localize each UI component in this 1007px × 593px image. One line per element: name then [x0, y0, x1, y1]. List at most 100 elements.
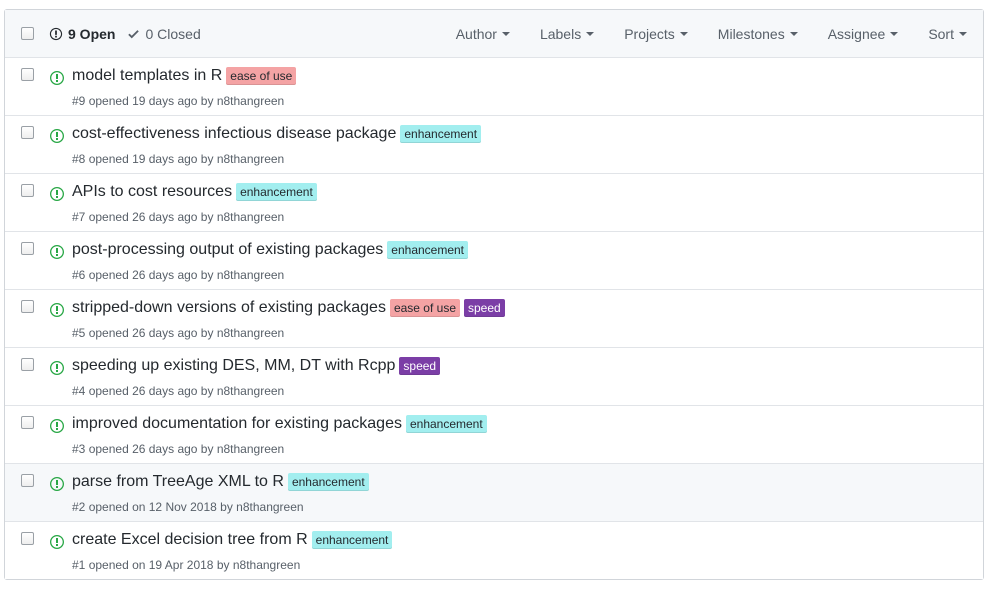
issues-list: 9 Open 0 Closed Author Labels Projects M…: [4, 9, 984, 580]
issue-meta: #7 opened 26 days ago by n8thangreen: [72, 210, 284, 224]
issue-label[interactable]: speed: [464, 299, 505, 317]
issue-title-link[interactable]: create Excel decision tree from R: [72, 531, 308, 549]
issue-row[interactable]: model templates in R ease of use #9 open…: [5, 58, 983, 116]
issue-labels: enhancement: [387, 241, 472, 259]
issue-label[interactable]: enhancement: [387, 241, 469, 259]
issue-state-toggle: 9 Open 0 Closed: [49, 10, 213, 58]
issue-label[interactable]: enhancement: [311, 531, 393, 549]
closed-issues-link[interactable]: 0 Closed: [127, 26, 201, 42]
issue-author-link[interactable]: n8thangreen: [217, 384, 284, 398]
issue-checkbox[interactable]: [21, 358, 34, 371]
issue-title-link[interactable]: stripped-down versions of existing packa…: [72, 299, 386, 317]
issue-checkbox[interactable]: [21, 474, 34, 487]
issue-number: #3: [72, 442, 86, 456]
milestones-filter[interactable]: Milestones: [703, 26, 813, 42]
issue-number: #4: [72, 384, 86, 398]
issue-row[interactable]: create Excel decision tree from R enhanc…: [5, 522, 983, 579]
issue-title-link[interactable]: speeding up existing DES, MM, DT with Rc…: [72, 357, 395, 375]
issue-label[interactable]: speed: [399, 357, 441, 375]
issue-meta: #9 opened 19 days ago by n8thangreen: [72, 94, 284, 108]
issue-number: #7: [72, 210, 86, 224]
issue-number: #9: [72, 94, 86, 108]
issue-label[interactable]: enhancement: [287, 473, 369, 491]
issue-row[interactable]: stripped-down versions of existing packa…: [5, 290, 983, 348]
issue-author-link[interactable]: n8thangreen: [217, 152, 284, 166]
sort-filter-label: Sort: [928, 26, 954, 42]
caret-down-icon: [501, 32, 510, 36]
milestones-filter-label: Milestones: [717, 26, 785, 42]
issue-title-link[interactable]: model templates in R: [72, 67, 222, 85]
issue-author-link[interactable]: n8thangreen: [233, 558, 300, 572]
issue-row[interactable]: improved documentation for existing pack…: [5, 406, 983, 464]
issue-checkbox[interactable]: [21, 126, 34, 139]
sort-filter[interactable]: Sort: [913, 26, 983, 42]
issue-title-line: stripped-down versions of existing packa…: [72, 299, 509, 317]
projects-filter-label: Projects: [624, 26, 675, 42]
issue-meta: #3 opened 26 days ago by n8thangreen: [72, 442, 284, 456]
issue-author-link[interactable]: n8thangreen: [217, 326, 284, 340]
issue-title-line: parse from TreeAge XML to R enhancement: [72, 473, 373, 491]
issue-row[interactable]: APIs to cost resources enhancement #7 op…: [5, 174, 983, 232]
issue-row[interactable]: parse from TreeAge XML to R enhancement …: [5, 464, 983, 522]
issue-author-link[interactable]: n8thangreen: [217, 94, 284, 108]
labels-filter-label: Labels: [539, 26, 582, 42]
issue-number: #6: [72, 268, 86, 282]
issue-opened-icon: [50, 128, 64, 149]
issue-opened-icon: [50, 302, 64, 323]
issue-title-link[interactable]: post-processing output of existing packa…: [72, 241, 383, 259]
issue-row[interactable]: post-processing output of existing packa…: [5, 232, 983, 290]
open-issues-link[interactable]: 9 Open: [49, 26, 115, 42]
issue-opened-icon: [50, 186, 64, 207]
issue-title-link[interactable]: APIs to cost resources: [72, 183, 232, 201]
issue-checkbox[interactable]: [21, 68, 34, 81]
issue-opened-icon: [50, 70, 64, 91]
issue-opened-text: opened 19 days ago by: [88, 152, 214, 166]
issue-label[interactable]: enhancement: [236, 183, 317, 201]
issue-author-link[interactable]: n8thangreen: [217, 210, 284, 224]
issue-checkbox[interactable]: [21, 242, 34, 255]
check-icon: [127, 27, 140, 41]
issue-meta: #6 opened 26 days ago by n8thangreen: [72, 268, 284, 282]
issue-labels: ease of use: [226, 67, 300, 85]
assignee-filter[interactable]: Assignee: [813, 26, 914, 42]
issue-label[interactable]: ease of use: [226, 67, 297, 85]
issue-checkbox[interactable]: [21, 416, 34, 429]
issue-checkbox[interactable]: [21, 532, 34, 545]
projects-filter[interactable]: Projects: [609, 26, 703, 42]
closed-issues-count: 0 Closed: [145, 26, 201, 42]
issue-labels: enhancement: [400, 125, 485, 143]
issue-labels: ease of use speed: [389, 299, 509, 317]
caret-down-icon: [890, 32, 899, 36]
issue-opened-text: opened on 12 Nov 2018 by: [88, 500, 233, 514]
issue-label[interactable]: ease of use: [389, 299, 460, 317]
issue-title-link[interactable]: cost-effectiveness infectious disease pa…: [72, 125, 396, 143]
issue-row[interactable]: cost-effectiveness infectious disease pa…: [5, 116, 983, 174]
issue-opened-text: opened 19 days ago by: [88, 94, 214, 108]
caret-down-icon: [959, 32, 967, 36]
issue-author-link[interactable]: n8thangreen: [217, 268, 284, 282]
issue-author-link[interactable]: n8thangreen: [236, 500, 303, 514]
issue-rows: model templates in R ease of use #9 open…: [5, 58, 983, 579]
issue-row[interactable]: speeding up existing DES, MM, DT with Rc…: [5, 348, 983, 406]
issue-title-line: post-processing output of existing packa…: [72, 241, 472, 259]
issue-label[interactable]: enhancement: [405, 415, 487, 433]
issue-labels: enhancement: [287, 473, 373, 491]
issue-number: #8: [72, 152, 86, 166]
issue-labels: speed: [399, 357, 444, 375]
labels-filter[interactable]: Labels: [525, 26, 609, 42]
select-all-checkbox[interactable]: [21, 27, 34, 40]
caret-down-icon: [586, 32, 595, 36]
issue-title-link[interactable]: parse from TreeAge XML to R: [72, 473, 284, 491]
issue-meta: #2 opened on 12 Nov 2018 by n8thangreen: [72, 500, 304, 514]
issue-opened-icon: [49, 27, 63, 41]
issue-checkbox[interactable]: [21, 184, 34, 197]
issue-label[interactable]: enhancement: [400, 125, 482, 143]
issue-opened-text: opened on 19 Apr 2018 by: [88, 558, 230, 572]
issue-labels: enhancement: [311, 531, 397, 549]
issue-meta: #8 opened 19 days ago by n8thangreen: [72, 152, 284, 166]
issue-opened-text: opened 26 days ago by: [88, 326, 214, 340]
author-filter[interactable]: Author: [441, 26, 525, 42]
issue-title-link[interactable]: improved documentation for existing pack…: [72, 415, 402, 433]
issue-checkbox[interactable]: [21, 300, 34, 313]
issue-author-link[interactable]: n8thangreen: [217, 442, 284, 456]
